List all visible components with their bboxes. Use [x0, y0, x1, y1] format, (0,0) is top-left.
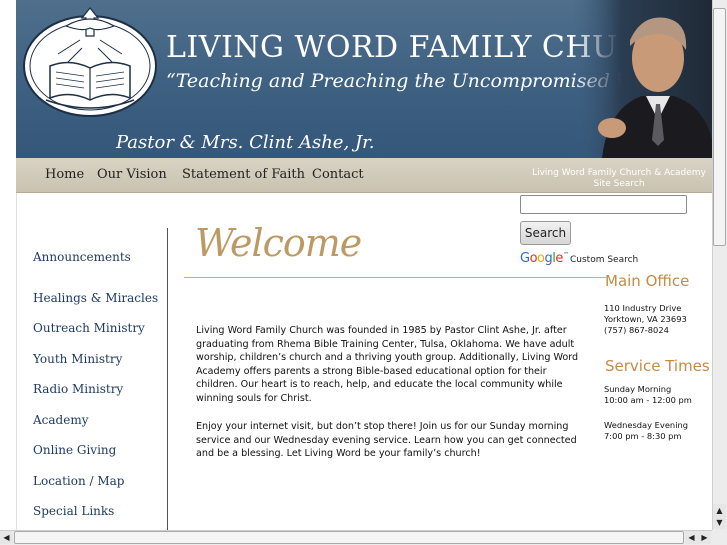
wednesday-service-time: 7:00 pm - 8:30 pm — [604, 431, 682, 441]
vertical-scrollbar-thumb[interactable] — [713, 8, 726, 246]
sidebar-item-youth-ministry[interactable]: Youth Ministry — [33, 352, 122, 366]
nav-contact-link[interactable]: Contact — [312, 167, 364, 182]
sidebar-item-online-giving[interactable]: Online Giving — [33, 443, 116, 457]
main-office-heading: Main Office — [605, 272, 690, 290]
sidebar-item-outreach-ministry[interactable]: Outreach Ministry — [33, 321, 145, 335]
sunday-service-time: 10:00 am - 12:00 pm — [604, 395, 692, 405]
welcome-heading: Welcome — [195, 221, 362, 265]
office-address-line2: Yorktown, VA 23693 — [604, 314, 687, 324]
wednesday-service-label: Wednesday Evening — [604, 420, 689, 430]
horizontal-scrollbar-thumb[interactable] — [14, 531, 684, 544]
sunday-service-label: Sunday Morning — [604, 384, 672, 394]
pastor-names: Pastor & Mrs. Clint Ashe, Jr. — [116, 132, 375, 153]
sidebar-item-location-map[interactable]: Location / Map — [33, 474, 124, 488]
nav-statement-of-faith-link[interactable]: Statement of Faith — [182, 167, 305, 182]
custom-search-label: Custom Search — [570, 255, 639, 265]
sidebar-item-academy[interactable]: Academy — [33, 413, 88, 427]
sidebar-divider — [167, 228, 168, 530]
welcome-divider — [184, 277, 606, 278]
pastor-portrait-photo — [572, 0, 712, 158]
site-search-caption-line1: Living Word Family Church & Academy — [532, 168, 706, 178]
sidebar-item-announcements[interactable]: Announcements — [33, 250, 131, 264]
nav-home-link[interactable]: Home — [45, 167, 84, 182]
scrollbar-corner — [712, 530, 727, 545]
main-navbar: Home Our Vision Statement of Faith Conta… — [16, 158, 712, 193]
scroll-down-arrow-icon[interactable]: ▼ — [713, 516, 726, 529]
bible-dove-emblem-icon — [23, 7, 157, 117]
service-times-heading: Service Times — [605, 357, 710, 375]
search-button[interactable]: Search — [520, 221, 571, 245]
left-gutter — [0, 0, 17, 530]
sidebar-item-healings-miracles[interactable]: Healings & Miracles — [33, 291, 158, 305]
intro-paragraph: Living Word Family Church was founded in… — [196, 325, 579, 404]
sidebar-item-radio-ministry[interactable]: Radio Ministry — [33, 382, 123, 396]
sidebar-nav: Announcements Healings & Miracles Outrea… — [16, 192, 168, 530]
site-search-caption-line2: Site Search — [593, 179, 645, 189]
sidebar-item-special-links[interactable]: Special Links — [33, 504, 114, 518]
site-search-caption: Living Word Family Church & Academy Site… — [524, 168, 712, 190]
site-header: LIVING WORD FAMILY CHURCH “Teaching and … — [16, 0, 712, 158]
invite-paragraph: Enjoy your internet visit, but don’t sto… — [196, 421, 577, 460]
scroll-left-arrow-icon-secondary[interactable]: ◀ — [685, 531, 698, 544]
office-phone: (757) 867-8024 — [604, 325, 669, 335]
scroll-right-arrow-icon[interactable]: ▶ — [698, 531, 711, 544]
site-search-input[interactable] — [520, 195, 687, 214]
scroll-left-arrow-icon[interactable]: ◀ — [0, 531, 13, 544]
nav-our-vision-link[interactable]: Our Vision — [97, 167, 167, 182]
google-logo: Google™ — [520, 251, 569, 266]
page-viewport: LIVING WORD FAMILY CHURCH “Teaching and … — [0, 0, 712, 530]
office-address-line1: 110 Industry Drive — [604, 303, 682, 313]
